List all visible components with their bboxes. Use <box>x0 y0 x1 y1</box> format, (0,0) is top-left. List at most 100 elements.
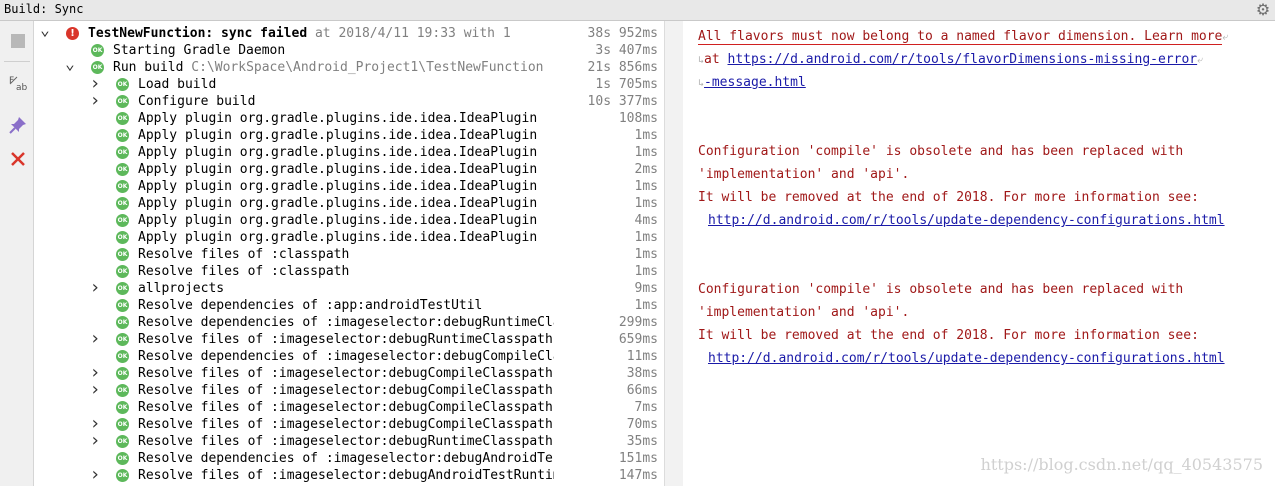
tree-row-label: Apply plugin org.gradle.plugins.ide.idea… <box>138 127 558 144</box>
task-duration: 147ms <box>554 467 658 484</box>
build-tree[interactable]: ⌄! TestNewFunction: sync failed at 2018/4… <box>34 21 664 486</box>
tree-row[interactable]: OK Apply plugin org.gradle.plugins.ide.id… <box>34 178 664 195</box>
console-line: 'implementation' and 'api'. <box>698 165 909 185</box>
pin-icon[interactable] <box>8 115 28 135</box>
ok-status-icon: OK <box>116 418 129 431</box>
tree-row[interactable]: ⌄! TestNewFunction: sync failed at 2018/4… <box>34 22 664 42</box>
task-duration: 1ms <box>554 144 658 161</box>
stop-icon[interactable] <box>8 31 28 51</box>
ok-status-icon: OK <box>116 265 129 278</box>
chevron-right-icon[interactable]: › <box>89 432 101 450</box>
tree-row[interactable]: OK Apply plugin org.gradle.plugins.ide.id… <box>34 229 664 246</box>
tree-row-label: Resolve dependencies of :imageselector:d… <box>138 450 558 467</box>
tree-row[interactable]: OK Apply plugin org.gradle.plugins.ide.id… <box>34 161 664 178</box>
tree-row[interactable]: OK Resolve files of :classpath 1ms <box>34 263 664 280</box>
task-duration: 1ms <box>554 229 658 246</box>
flavor-dimension-link-cont[interactable]: -message.html <box>704 75 806 90</box>
compile-obsolete-warning-cont: 'implementation' and 'api'. <box>698 305 910 320</box>
ok-status-icon: OK <box>116 469 129 482</box>
tree-row-label: Resolve files of :imageselector:debugRun… <box>138 331 558 348</box>
chevron-right-icon[interactable]: › <box>89 92 101 110</box>
tree-row[interactable]: › OK allprojects 9ms <box>34 279 664 297</box>
compile-obsolete-warning: Configuration 'compile' is obsolete and … <box>698 282 1184 297</box>
task-duration: 1ms <box>554 127 658 144</box>
ok-status-icon: OK <box>116 95 129 108</box>
tree-row[interactable]: › OK Configure build 10s 377ms <box>34 92 664 110</box>
ok-status-icon: OK <box>116 129 129 142</box>
console-line: http://d.android.com/r/tools/update-depe… <box>708 211 1225 231</box>
tree-row[interactable]: ⌄ OK Run build C:\WorkSpace\Android_Projec… <box>34 56 664 76</box>
task-name: Resolve files of :imageselector:debugCom… <box>138 366 553 381</box>
chevron-right-icon[interactable]: › <box>89 381 101 399</box>
task-duration: 1ms <box>554 246 658 263</box>
tree-row[interactable]: OK Resolve files of :imageselector:debugC… <box>34 399 664 416</box>
tree-row-label: Apply plugin org.gradle.plugins.ide.idea… <box>138 144 558 161</box>
task-name: Resolve files of :classpath <box>138 247 350 262</box>
gear-icon[interactable]: ⚙ <box>1254 1 1272 19</box>
tree-row[interactable]: OK Starting Gradle Daemon 3s 407ms <box>34 42 664 59</box>
task-duration: 151ms <box>554 450 658 467</box>
task-name: Apply plugin org.gradle.plugins.ide.idea… <box>138 145 538 160</box>
tree-row[interactable]: › OK Resolve files of :imageselector:debug… <box>34 432 664 450</box>
close-icon[interactable] <box>8 149 28 169</box>
chevron-right-icon[interactable]: › <box>89 330 101 348</box>
tree-row[interactable]: OK Apply plugin org.gradle.plugins.ide.id… <box>34 195 664 212</box>
tree-row-label: Resolve files of :imageselector:debugCom… <box>138 416 558 433</box>
task-duration: 1ms <box>554 263 658 280</box>
console-line: It will be removed at the end of 2018. F… <box>698 326 1199 346</box>
chevron-right-icon[interactable]: › <box>89 279 101 297</box>
flavor-dimension-link[interactable]: https://d.android.com/r/tools/flavorDime… <box>728 52 1198 67</box>
chevron-down-icon[interactable]: ⌄ <box>39 22 51 42</box>
tree-row[interactable]: OK Resolve files of :classpath 1ms <box>34 246 664 263</box>
task-duration: 659ms <box>554 331 658 348</box>
tree-row[interactable]: OK Apply plugin org.gradle.plugins.ide.id… <box>34 212 664 229</box>
tree-row-label: Resolve files of :imageselector:debugAnd… <box>138 467 558 484</box>
tree-row[interactable]: OK Resolve dependencies of :app:androidTe… <box>34 297 664 314</box>
tree-row-label: Configure build <box>138 93 558 110</box>
tree-row[interactable]: › OK Resolve files of :imageselector:debug… <box>34 466 664 484</box>
at-text: at <box>704 52 728 67</box>
window-title: Build: Sync <box>4 2 84 16</box>
ok-status-icon: OK <box>116 333 129 346</box>
dependency-config-link[interactable]: http://d.android.com/r/tools/update-depe… <box>708 213 1225 228</box>
task-name: Resolve files of :imageselector:debugAnd… <box>138 468 558 483</box>
wrap-icon: ⤶ <box>1222 32 1228 43</box>
tree-row-label: Resolve files of :imageselector:debugCom… <box>138 382 558 399</box>
ok-status-icon: OK <box>116 299 129 312</box>
tree-row-label: Resolve files of :classpath <box>138 263 558 280</box>
removal-notice: It will be removed at the end of 2018. F… <box>698 190 1199 205</box>
task-duration: 66ms <box>554 382 658 399</box>
panel-splitter[interactable] <box>664 21 683 486</box>
tree-row[interactable]: › OK Resolve files of :imageselector:debug… <box>34 330 664 348</box>
compile-obsolete-warning: Configuration 'compile' is obsolete and … <box>698 144 1184 159</box>
tree-row[interactable]: OK Apply plugin org.gradle.plugins.ide.id… <box>34 127 664 144</box>
tree-row[interactable]: OK Resolve dependencies of :imageselector… <box>34 314 664 331</box>
ok-status-icon: OK <box>116 435 129 448</box>
task-name: Resolve files of :imageselector:debugRun… <box>138 332 553 347</box>
tree-row[interactable]: › OK Resolve files of :imageselector:debug… <box>34 364 664 382</box>
task-duration: 1ms <box>554 297 658 314</box>
task-name: Resolve dependencies of :imageselector:d… <box>138 349 558 364</box>
build-output-console: All flavors must now belong to a named f… <box>683 21 1275 486</box>
chevron-right-icon[interactable]: › <box>89 466 101 484</box>
ok-status-icon: OK <box>116 384 129 397</box>
dependency-config-link[interactable]: http://d.android.com/r/tools/update-depe… <box>708 351 1225 366</box>
tree-row[interactable]: OK Resolve dependencies of :imageselector… <box>34 450 664 467</box>
task-name: Starting Gradle Daemon <box>113 43 286 58</box>
tree-row-label: Apply plugin org.gradle.plugins.ide.idea… <box>138 178 558 195</box>
soft-wrap-icon[interactable]: F ab <box>8 73 28 93</box>
task-duration: 108ms <box>554 110 658 127</box>
ok-status-icon: OK <box>116 316 129 329</box>
task-duration: 11ms <box>554 348 658 365</box>
tree-row[interactable]: OK Apply plugin org.gradle.plugins.ide.id… <box>34 110 664 127</box>
tree-row-label: Apply plugin org.gradle.plugins.ide.idea… <box>138 212 558 229</box>
tree-row[interactable]: OK Resolve dependencies of :imageselector… <box>34 348 664 365</box>
ok-status-icon: OK <box>116 248 129 261</box>
task-name: Resolve dependencies of :imageselector:d… <box>138 451 558 466</box>
tree-row[interactable]: OK Apply plugin org.gradle.plugins.ide.id… <box>34 144 664 161</box>
tree-row[interactable]: › OK Load build 1s 705ms <box>34 75 664 93</box>
chevron-down-icon[interactable]: ⌄ <box>64 56 76 76</box>
tree-row[interactable]: › OK Resolve files of :imageselector:debug… <box>34 415 664 433</box>
tree-row[interactable]: › OK Resolve files of :imageselector:debug… <box>34 381 664 399</box>
tree-row-label: Apply plugin org.gradle.plugins.ide.idea… <box>138 229 558 246</box>
